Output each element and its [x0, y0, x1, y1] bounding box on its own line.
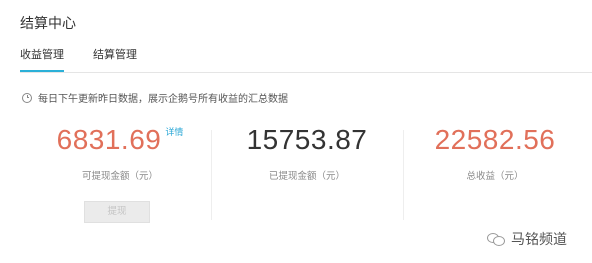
page-title: 结算中心	[20, 15, 76, 31]
update-notice: 每日下午更新昨日数据，展示企鹅号所有收益的汇总数据	[22, 90, 288, 105]
total-revenue-amount: 22582.56	[434, 124, 556, 155]
tab-revenue-management[interactable]: 收益管理	[20, 48, 64, 72]
total-revenue-panel: 22582.56 总收益（元）	[405, 124, 585, 183]
withdrawable-amount: 6831.69	[56, 124, 162, 155]
withdraw-button[interactable]: 提现	[84, 201, 150, 223]
tab-bar: 收益管理 结算管理	[20, 48, 592, 73]
clock-icon	[22, 92, 32, 103]
watermark-text: 马铭频道	[511, 231, 567, 247]
total-revenue-label: 总收益（元）	[466, 171, 524, 182]
withdrawable-amount-label: 可提现金额（元）	[81, 171, 158, 182]
withdrawn-amount: 15753.87	[246, 124, 368, 155]
notice-text: 每日下午更新昨日数据，展示企鹅号所有收益的汇总数据	[38, 94, 288, 105]
tab-settlement-management[interactable]: 结算管理	[93, 48, 137, 70]
watermark: 马铭频道	[487, 229, 567, 249]
withdrawn-amount-label: 已提现金额（元）	[268, 171, 345, 182]
wechat-icon	[487, 232, 505, 246]
divider	[403, 130, 404, 220]
withdrawable-amount-panel: 6831.69 详情 可提现金额（元）	[30, 124, 210, 183]
withdrawn-amount-panel: 15753.87 已提现金额（元）	[212, 124, 402, 183]
details-link[interactable]: 详情	[165, 127, 183, 137]
